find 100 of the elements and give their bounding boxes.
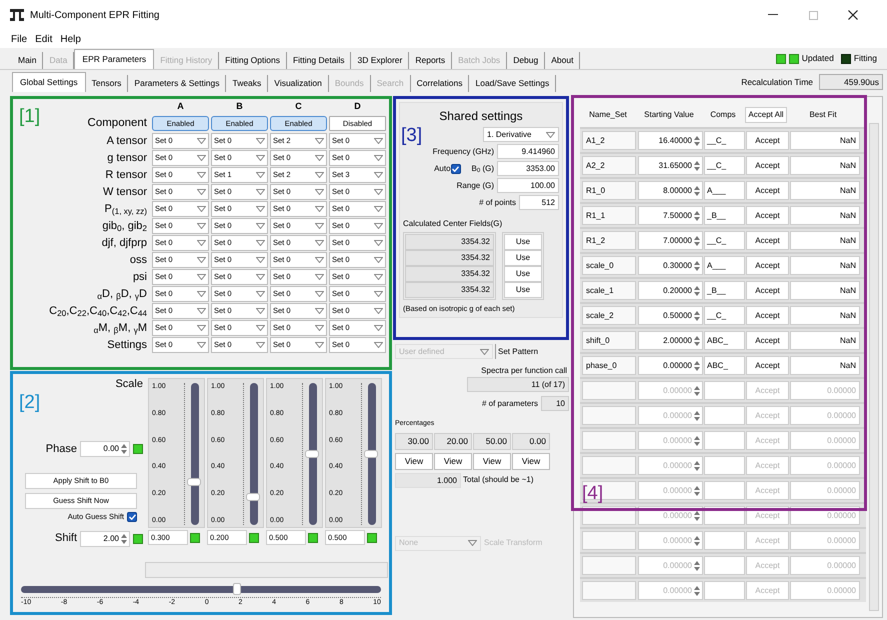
checkbox[interactable] [450,164,461,174]
tab[interactable]: Visualization [268,75,329,92]
dropdown-value: None [399,537,418,549]
caret-icon [256,274,265,280]
spin-field[interactable]: 7.00000 [638,231,703,250]
caret-icon [315,189,324,195]
accept-button[interactable]: Accept [746,281,789,300]
input-field[interactable]: ABC_ [704,331,745,350]
accept-all-button[interactable]: Accept All [745,107,787,123]
input-field[interactable]: __C_ [704,231,745,250]
spin-field[interactable]: 16.40000 [638,131,703,150]
spin-field[interactable]: 31.65000 [638,156,703,175]
input-field[interactable]: _B__ [704,206,745,225]
readout-field: NaN [790,256,860,275]
use-button[interactable]: Use [504,266,542,282]
tab[interactable]: EPR Parameters [74,48,154,68]
view-button[interactable]: View [395,452,433,470]
input-field[interactable]: shift_0 [582,331,636,350]
tab[interactable]: Parameters & Settings [128,75,226,92]
input-field[interactable]: __C_ [704,156,745,175]
status-light [190,532,200,542]
spin-field[interactable]: 8.00000 [638,181,703,200]
row-label: oss [130,253,148,268]
accept-button[interactable]: Accept [746,156,789,175]
view-button[interactable]: View [473,452,511,470]
caret-icon [374,138,383,144]
input-field[interactable]: R1_0 [582,181,636,200]
scrollbar[interactable] [869,123,879,611]
tab[interactable]: Reports [409,52,452,68]
mode-dropdown[interactable]: 1. Derivative [483,127,559,142]
input-field[interactable]: phase_0 [582,356,636,375]
accept-button[interactable]: Accept [746,131,789,150]
input-field[interactable]: R1_1 [582,206,636,225]
spin-field[interactable]: 0.00000 [638,356,703,375]
dropdown-value: User defined [399,346,444,358]
tab[interactable]: Debug [507,52,546,68]
accept-button[interactable]: Accept [746,356,789,375]
spin-field[interactable]: 2.00 [80,530,130,546]
menu-item[interactable]: Edit [34,32,54,46]
caret-icon [315,274,324,280]
view-button[interactable]: View [434,452,472,470]
spin-field[interactable]: 0.20000 [638,281,703,300]
tab[interactable]: Fitting Options [219,52,287,68]
input-field[interactable]: scale_0 [582,256,636,275]
spin-field[interactable]: 7.50000 [638,206,703,225]
tab[interactable]: Global Settings [12,72,86,92]
slider-thumb[interactable] [364,450,378,458]
input-field[interactable]: scale_1 [582,281,636,300]
tab[interactable]: Tensors [86,75,128,92]
view-button[interactable]: View [512,452,550,470]
row-label: W tensor [102,185,148,200]
caret-icon [256,138,265,144]
input-field[interactable]: A1_2 [582,131,636,150]
spin-arrows-icon [694,136,700,146]
slider-thumb[interactable] [305,450,319,458]
menu-item[interactable]: Help [59,32,82,46]
input-field[interactable]: ABC_ [704,356,745,375]
status-light [133,534,143,544]
input-field[interactable]: 100.00 [497,178,559,193]
tab[interactable]: Fitting Details [286,52,352,68]
tab[interactable]: About [545,52,580,68]
tab[interactable]: Correlations [410,75,470,92]
spin-field[interactable]: 0.50000 [638,306,703,325]
input-field[interactable]: A___ [704,181,745,200]
input-field[interactable]: A2_2 [582,156,636,175]
input-field[interactable]: A___ [704,256,745,275]
checkbox[interactable] [127,512,137,522]
spin-field[interactable]: 2.00000 [638,331,703,350]
use-button[interactable]: Use [504,250,542,266]
tab[interactable]: Tweaks [226,75,268,92]
spin-field[interactable]: 0.30000 [638,256,703,275]
caret-icon [197,325,206,331]
accept-button[interactable]: Accept [746,181,789,200]
spin-field[interactable]: 0.00 [80,440,130,457]
readout-field: NaN [790,306,860,325]
accept-button[interactable]: Accept [746,331,789,350]
slider-thumb[interactable] [233,583,241,595]
input-field[interactable]: __C_ [704,131,745,150]
slider-thumb[interactable] [246,492,260,501]
accept-button[interactable]: Accept [746,306,789,325]
input-field[interactable]: __C_ [704,306,745,325]
input-field[interactable]: 512 [519,195,559,210]
accept-button[interactable]: Accept [746,256,789,275]
caret-icon [374,240,383,246]
tab[interactable]: 3D Explorer [351,52,410,68]
input-field[interactable]: R1_2 [582,231,636,250]
use-button[interactable]: Use [504,282,542,298]
tab[interactable]: Main [12,52,44,68]
caret-icon [315,155,324,161]
input-field[interactable]: 9.414960 [497,144,559,159]
tab[interactable]: Load/Save Settings [469,75,556,92]
input-field[interactable]: 3353.00 [497,161,559,176]
accept-button[interactable]: Accept [746,231,789,250]
field-value: 0.00 [103,442,119,455]
input-field[interactable]: scale_2 [582,306,636,325]
menu-item[interactable]: File [10,32,28,46]
slider-thumb[interactable] [187,478,201,486]
accept-button[interactable]: Accept [746,206,789,225]
use-button[interactable]: Use [504,234,542,250]
input-field[interactable]: _B__ [704,281,745,300]
